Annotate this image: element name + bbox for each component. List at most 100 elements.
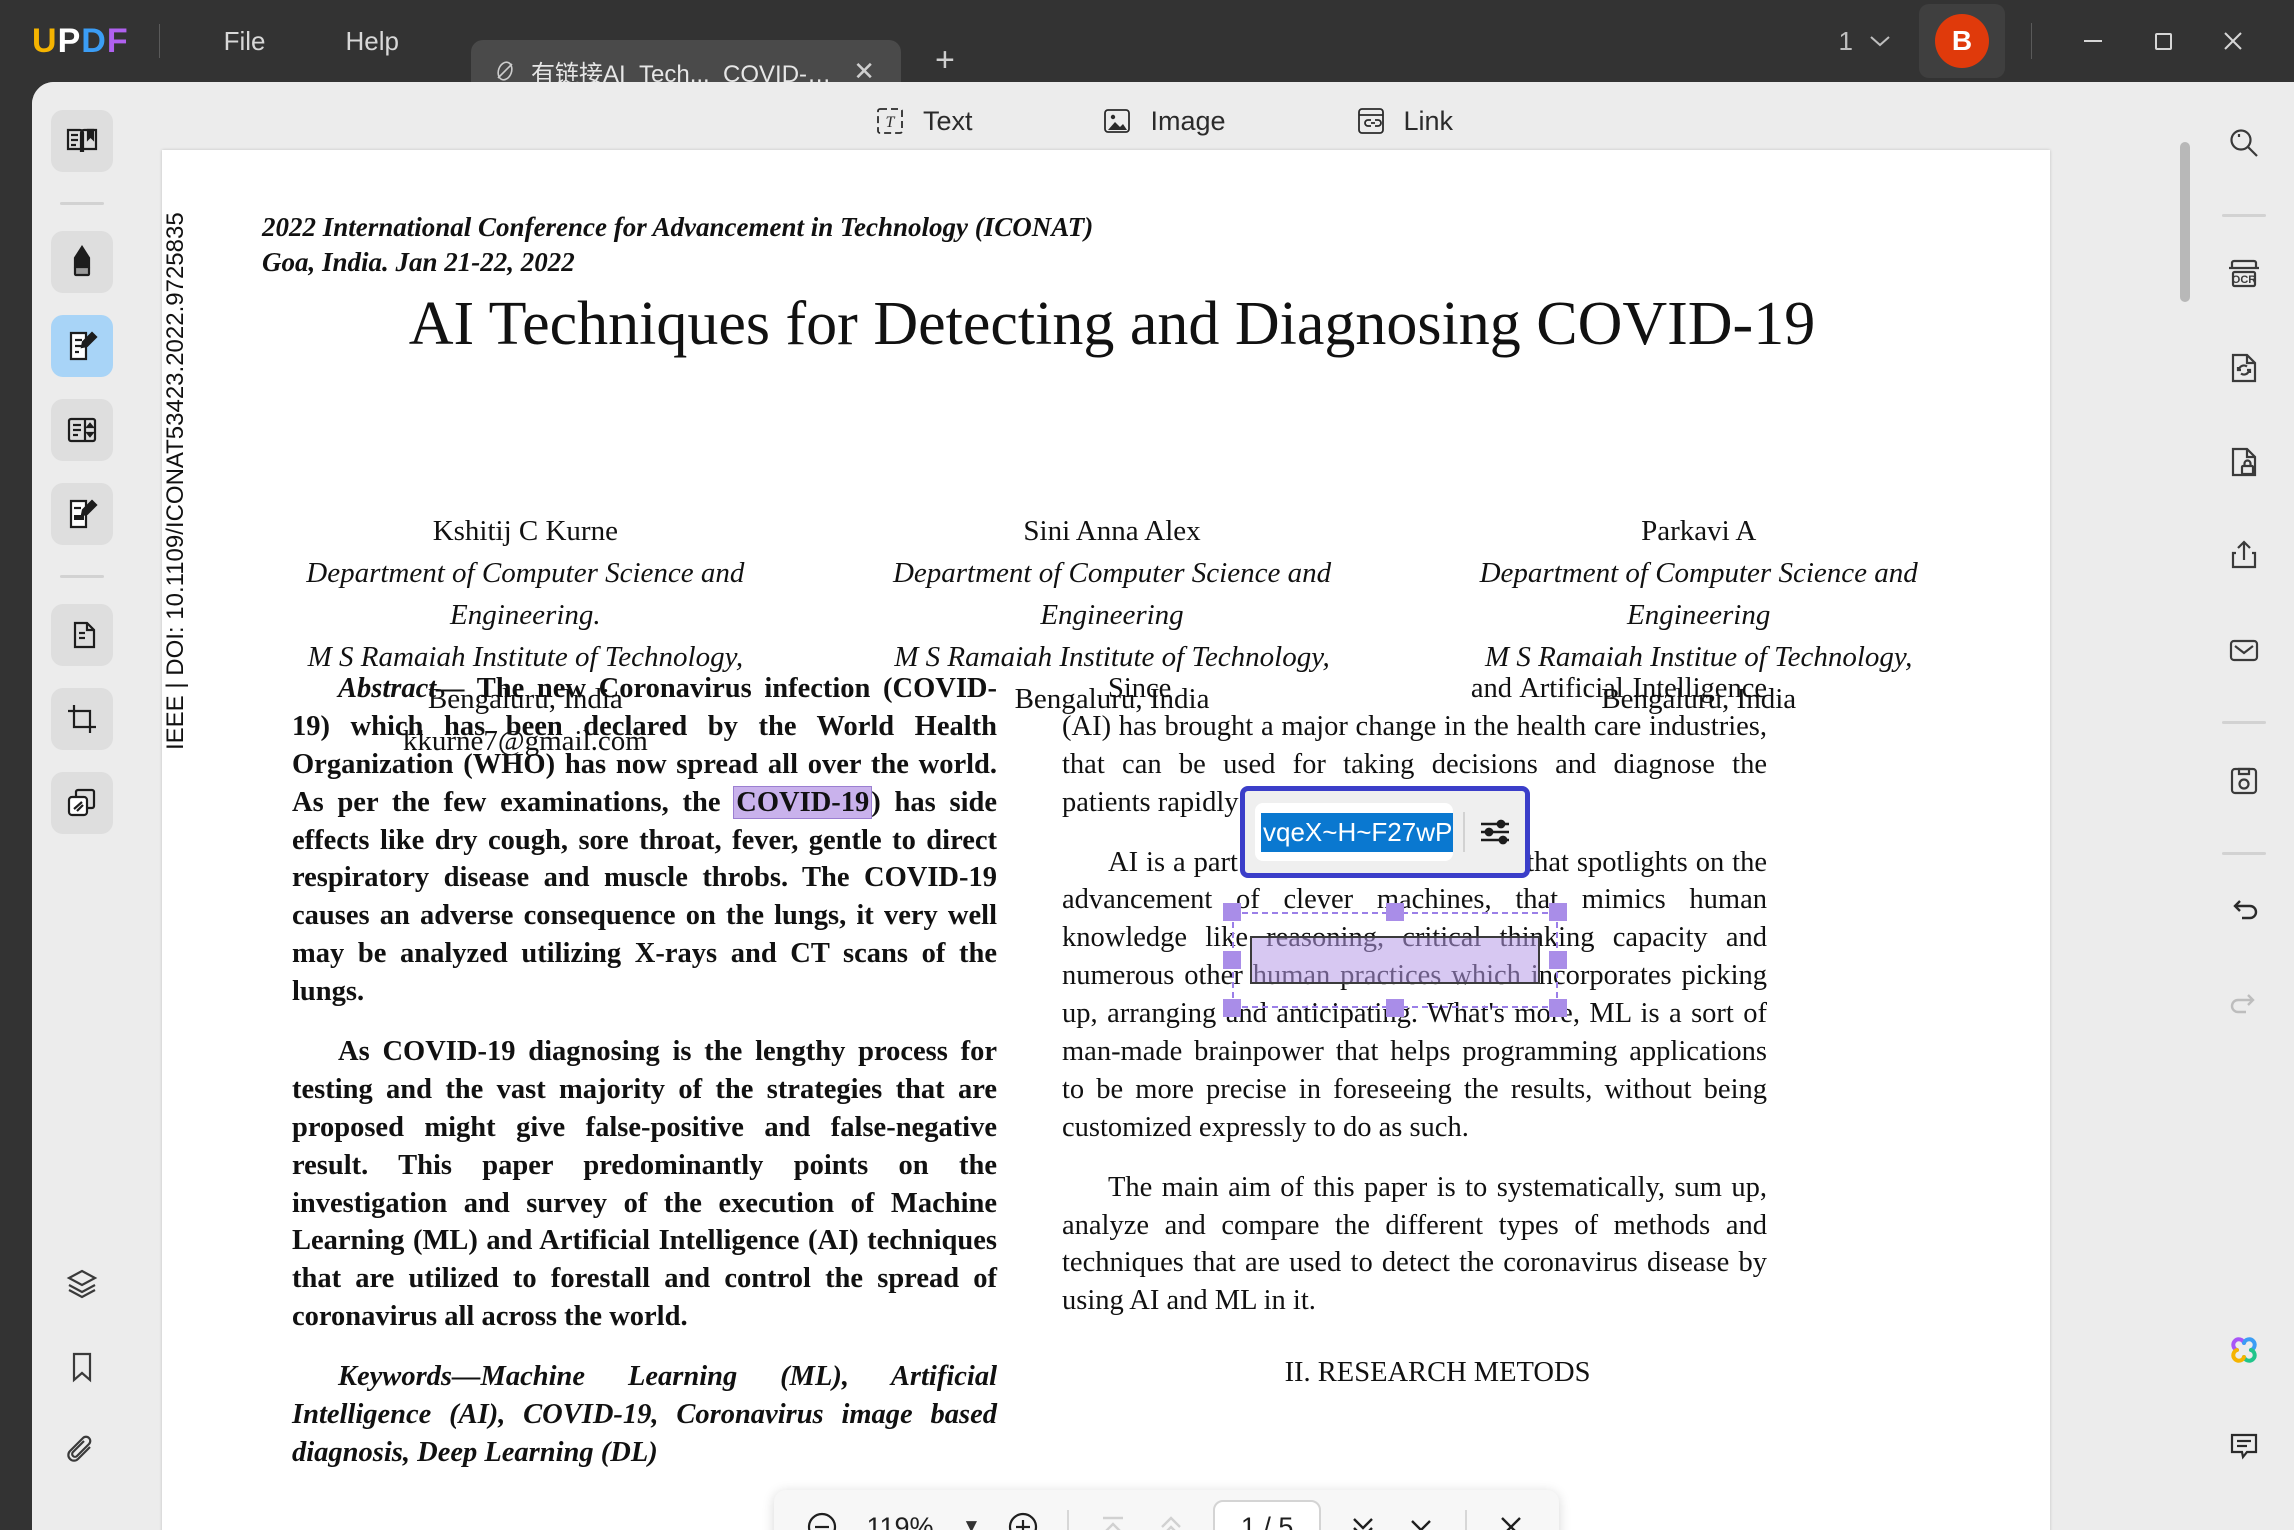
- image-icon: [1100, 104, 1134, 138]
- resize-handle-tr[interactable]: [1549, 903, 1567, 921]
- resize-handle-bl[interactable]: [1223, 999, 1241, 1017]
- conference-header: 2022 International Conference for Advanc…: [262, 210, 1212, 279]
- resize-handle-tc[interactable]: [1386, 903, 1404, 921]
- reader-mode-icon: [63, 122, 101, 160]
- search-button[interactable]: [2213, 112, 2275, 174]
- pdf-page[interactable]: 2022 International Conference for Advanc…: [162, 150, 2050, 1530]
- right-rail-divider-3: [2222, 852, 2266, 855]
- close-button[interactable]: [2198, 6, 2268, 76]
- previous-page-button[interactable]: [1145, 1501, 1197, 1530]
- highlighter-icon: [63, 243, 101, 281]
- tool-link[interactable]: Link: [1340, 96, 1468, 146]
- bookmark-icon: [63, 1348, 101, 1386]
- link-url-input[interactable]: vqeX~H~F27wPQ: [1255, 803, 1453, 861]
- ai-assistant-button[interactable]: [2213, 1320, 2275, 1382]
- next-page-icon: [1343, 1507, 1383, 1530]
- window-count-value: 1: [1838, 25, 1853, 56]
- sidebar-item-crop[interactable]: [51, 688, 113, 750]
- chevron-down-icon[interactable]: [1867, 33, 1893, 49]
- zoom-out-button[interactable]: [796, 1501, 848, 1530]
- undo-button[interactable]: [2213, 881, 2275, 943]
- undo-icon: [2225, 893, 2263, 931]
- sidebar-item-reader[interactable]: [51, 110, 113, 172]
- zoom-level-value[interactable]: 119%: [854, 1512, 946, 1530]
- sidebar-item-bookmark[interactable]: [51, 1336, 113, 1398]
- email-button[interactable]: [2213, 619, 2275, 681]
- protect-button[interactable]: [2213, 431, 2275, 493]
- text-icon: T: [873, 104, 907, 138]
- abstract-text-2: ) has side effects like dry cough, sore …: [292, 786, 997, 1008]
- account-button[interactable]: B: [1919, 4, 2005, 78]
- resize-handle-bc[interactable]: [1386, 999, 1404, 1017]
- selected-link-highlight[interactable]: Machine Learning (ML): [1250, 936, 1540, 984]
- first-page-button[interactable]: [1087, 1501, 1139, 1530]
- link-icon: [1354, 104, 1388, 138]
- tool-image[interactable]: Image: [1086, 96, 1239, 146]
- updf-logo: UPDF: [32, 22, 129, 61]
- sidebar-item-attachment[interactable]: [51, 1420, 113, 1482]
- first-page-icon: [1093, 1507, 1133, 1530]
- titlebar-right: 1 B: [1839, 0, 2294, 82]
- column-left: Abstract— The new Coronavirus infection …: [292, 670, 997, 1494]
- maximize-button[interactable]: [2128, 6, 2198, 76]
- last-page-button[interactable]: [1395, 1501, 1447, 1530]
- crop-page-icon: [63, 700, 101, 738]
- workspace: T Text Image Link 2022 International Con…: [32, 82, 2294, 1530]
- save-button[interactable]: [2213, 750, 2275, 812]
- title-bar: UPDF File Help 有链接AI_Tech..._COVID-19* ✕…: [0, 0, 2294, 102]
- redo-button[interactable]: [2213, 975, 2275, 1037]
- conference-line-1: 2022 International Conference for Advanc…: [262, 212, 1094, 242]
- sidebar-item-convert[interactable]: [51, 604, 113, 666]
- sliders-icon: [1477, 816, 1513, 848]
- close-toolbar-button[interactable]: [1485, 1501, 1537, 1530]
- right-rail-divider-2: [2222, 721, 2266, 724]
- keywords-paragraph: Keywords—Machine Learning (ML), Artifici…: [292, 1361, 997, 1468]
- link-doc-icon: [493, 59, 517, 83]
- svg-text:OCR: OCR: [2232, 274, 2257, 286]
- zoom-in-button[interactable]: [997, 1501, 1049, 1530]
- zoom-dropdown-icon[interactable]: ▼: [952, 1516, 991, 1530]
- page-number-input[interactable]: 1 / 5: [1212, 1499, 1322, 1530]
- resize-handle-mr[interactable]: [1549, 951, 1567, 969]
- resize-handle-br[interactable]: [1549, 999, 1567, 1017]
- abstract-link-highlight[interactable]: COVID-19: [733, 785, 873, 819]
- logo-letter-d: D: [81, 21, 107, 60]
- logo-letter-p: P: [57, 21, 82, 60]
- attachment-icon: [63, 1432, 101, 1470]
- resize-handle-ml[interactable]: [1223, 951, 1241, 969]
- sidebar-item-batch[interactable]: [51, 772, 113, 834]
- conference-line-2: Goa, India. Jan 21-22, 2022: [262, 246, 575, 277]
- sidebar-item-layers[interactable]: [51, 1252, 113, 1314]
- batch-process-icon: [63, 784, 101, 822]
- doi-sidebar-text: IEEE | DOI: 10.1109/ICONAT53423.2022.972…: [162, 212, 189, 750]
- new-tab-button[interactable]: +: [925, 37, 965, 84]
- abstract-label: Abstract—: [338, 673, 465, 704]
- minimize-button[interactable]: [2058, 6, 2128, 76]
- share-button[interactable]: [2213, 525, 2275, 587]
- sidebar-item-organize[interactable]: [51, 399, 113, 461]
- sidebar-item-fill-sign[interactable]: [51, 483, 113, 545]
- resize-handle-tl[interactable]: [1223, 903, 1241, 921]
- toolbar-divider-1: [1066, 1510, 1069, 1530]
- author-1-name: Kshitij C Kurne: [432, 515, 618, 547]
- selected-link-object[interactable]: Machine Learning (ML): [1223, 903, 1567, 1017]
- convert-button[interactable]: [2213, 337, 2275, 399]
- link-url-value: vqeX~H~F27wPQ: [1261, 812, 1453, 852]
- ocr-button[interactable]: OCR: [2213, 243, 2275, 305]
- comment-button[interactable]: [2213, 1414, 2275, 1476]
- sidebar-item-annotate[interactable]: [51, 231, 113, 293]
- sidebar-item-edit-pdf[interactable]: [51, 315, 113, 377]
- edit-pdf-icon: [63, 327, 101, 365]
- vertical-scrollbar[interactable]: [2180, 142, 2190, 302]
- link-settings-button[interactable]: [1475, 812, 1515, 852]
- tool-text-label: Text: [922, 105, 973, 136]
- author-3-dept2: Engineering: [1627, 599, 1771, 632]
- tool-text[interactable]: T Text: [859, 96, 987, 146]
- window-count[interactable]: 1: [1839, 26, 1893, 57]
- section-heading: II. RESEARCH METODS: [1284, 1357, 1591, 1389]
- author-3-name: Parkavi A: [1641, 515, 1757, 547]
- link-url-editor[interactable]: vqeX~H~F27wPQ: [1240, 786, 1530, 878]
- menu-help[interactable]: Help: [320, 16, 425, 67]
- next-page-button[interactable]: [1337, 1501, 1389, 1530]
- menu-file[interactable]: File: [198, 16, 292, 67]
